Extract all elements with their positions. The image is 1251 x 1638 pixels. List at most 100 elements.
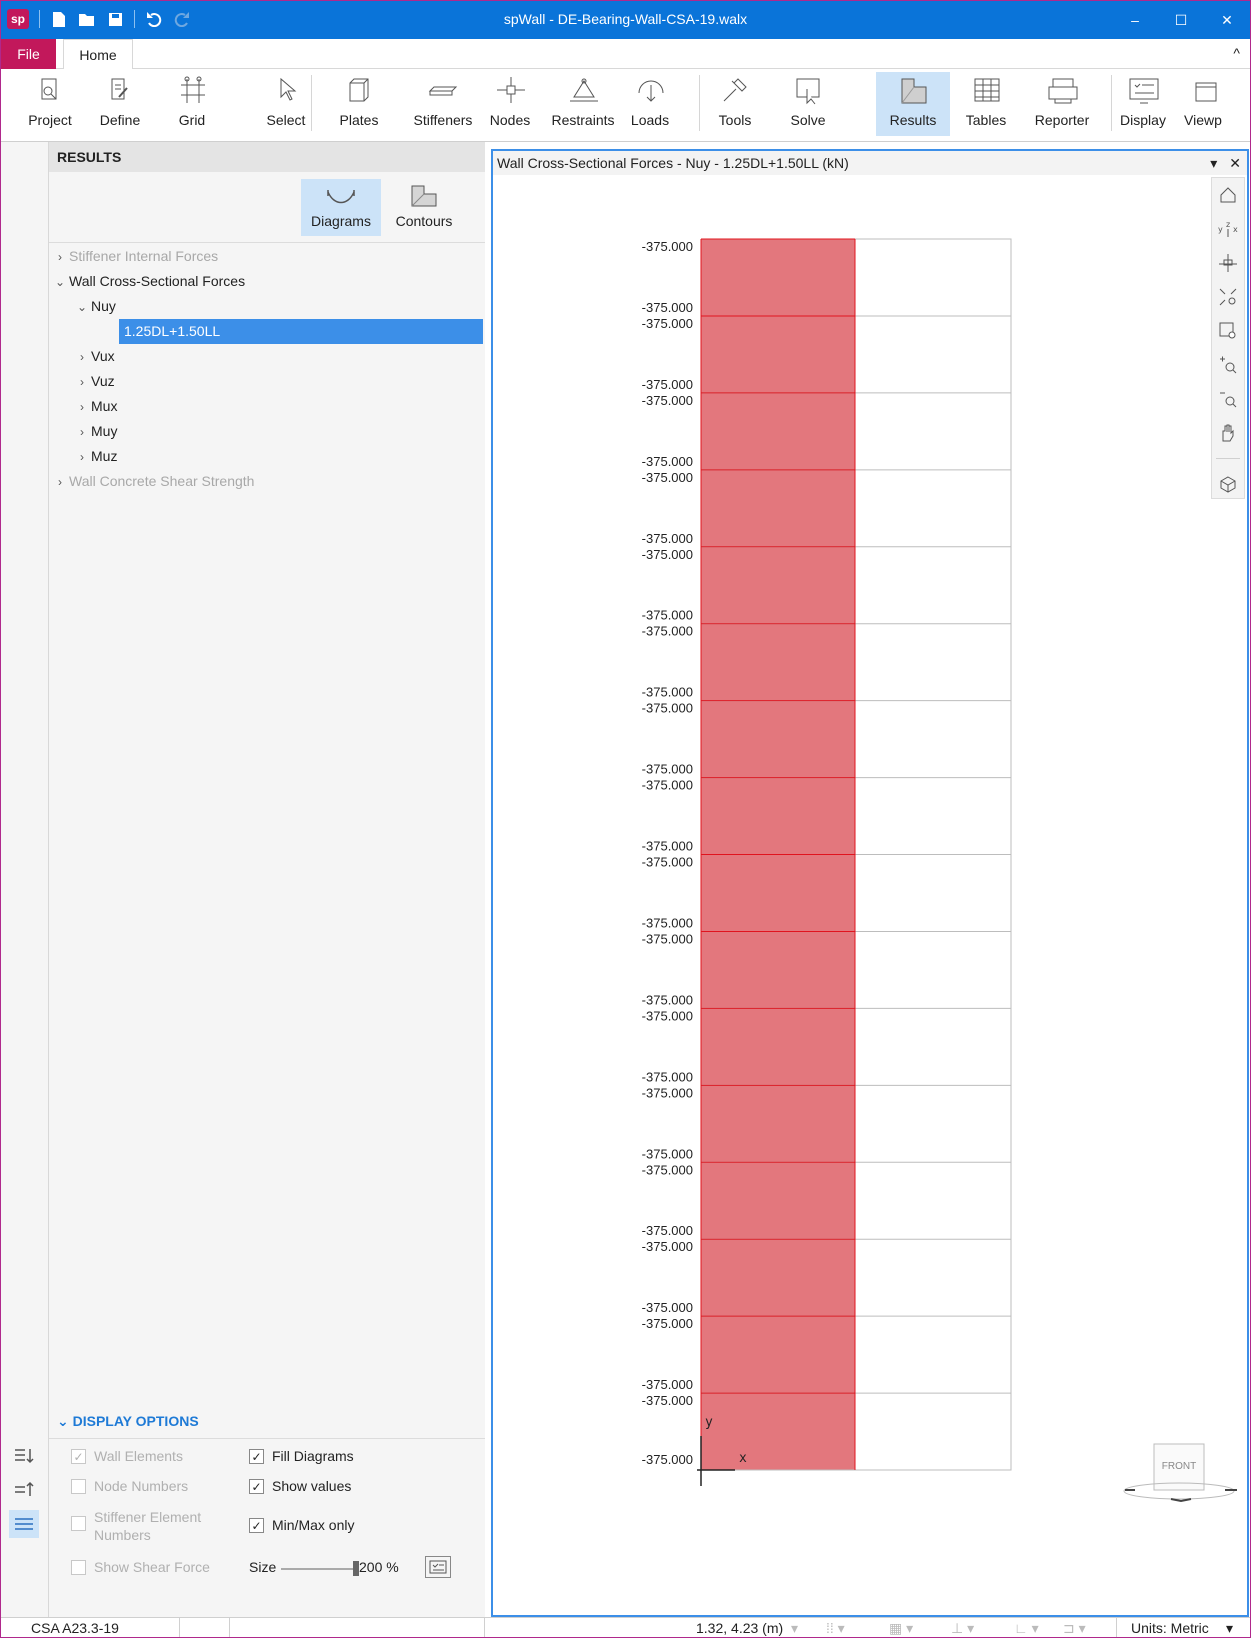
size-slider-track[interactable] [281, 1568, 353, 1570]
ribbon-restraints-button[interactable]: Restraints [541, 72, 625, 136]
results-icon [896, 72, 930, 110]
pan-axes-icon[interactable] [1212, 246, 1244, 280]
chevron-right-icon[interactable]: › [73, 370, 91, 395]
stiffener-element-numbers-checkbox[interactable]: Stiffener Element Numbers [71, 1508, 221, 1544]
ribbon-plates-button[interactable]: Plates [329, 72, 389, 136]
show-shear-force-checkbox[interactable]: Show Shear Force [71, 1559, 210, 1575]
force-fill-segment [701, 1393, 855, 1470]
tree-item-label: Vuz [91, 373, 115, 389]
force-fill-segment [701, 700, 855, 778]
ribbon-define-button[interactable]: Define [85, 72, 155, 136]
node-numbers-checkbox[interactable]: Node Numbers [71, 1478, 188, 1494]
layers-icon[interactable]: ⊐ ▾ [1063, 1620, 1086, 1637]
window-controls: – ☐ ✕ [1112, 1, 1250, 39]
ribbon-solve-button[interactable]: Solve [771, 72, 845, 136]
show-shear-force-label: Show Shear Force [94, 1559, 210, 1575]
tree-item[interactable]: › Mux [73, 394, 117, 419]
ribbon-label: Viewp [1184, 112, 1222, 128]
ribbon-collapse-button[interactable]: ^ [1233, 45, 1240, 61]
tab-file[interactable]: File [1, 39, 56, 69]
axes-view-icon[interactable]: zy x [1212, 212, 1244, 246]
sort-down-icon[interactable] [9, 1442, 39, 1470]
tree-item[interactable]: ⌄ Wall Cross-Sectional Forces [51, 269, 245, 294]
display-settings-icon[interactable] [425, 1556, 451, 1578]
snap-point-icon[interactable]: ⊥ ▾ [951, 1620, 974, 1637]
sort-up-icon[interactable] [9, 1475, 39, 1503]
ribbon-label: Loads [630, 112, 670, 128]
zoom-window-icon[interactable] [1212, 314, 1244, 348]
chevron-right-icon[interactable]: › [51, 470, 69, 495]
force-fill-segment [701, 1239, 855, 1317]
checkbox-box [71, 1516, 86, 1531]
diagram-viewport[interactable]: Wall Cross-Sectional Forces - Nuy - 1.25… [491, 149, 1249, 1617]
viewport-close-button[interactable]: ✕ [1229, 151, 1241, 175]
chevron-right-icon[interactable]: › [73, 420, 91, 445]
diagrams-toggle-button[interactable]: Diagrams [301, 179, 381, 236]
force-value-label: -375.000 [642, 915, 693, 930]
chevron-right-icon[interactable]: › [73, 445, 91, 470]
solve-icon [791, 72, 825, 110]
force-fill-segment [701, 777, 855, 855]
tab-home[interactable]: Home [63, 39, 133, 70]
tree-item[interactable]: ⌄ Nuy [73, 294, 116, 319]
force-value-label: -375.000 [642, 1162, 693, 1177]
ribbon-nodes-button[interactable]: Nodes [475, 72, 545, 136]
ribbon-reporter-button[interactable]: Reporter [1019, 72, 1105, 136]
ribbon-label: Solve [790, 112, 826, 128]
maximize-button[interactable]: ☐ [1158, 1, 1204, 39]
list-view-icon[interactable] [9, 1510, 39, 1538]
chevron-right-icon[interactable]: › [73, 345, 91, 370]
viewport-menu-button[interactable]: ▾ [1210, 151, 1217, 175]
ribbon-viewp-button[interactable]: Viewp [1171, 72, 1235, 136]
tree-item[interactable]: 1.25DL+1.50LL [119, 319, 483, 344]
view-cube[interactable]: FRONT [1121, 1443, 1241, 1505]
zoom-in-icon[interactable] [1212, 348, 1244, 382]
tree-item[interactable]: › Wall Concrete Shear Strength [51, 469, 254, 494]
ribbon-display-button[interactable]: Display [1106, 72, 1180, 136]
chevron-down-icon[interactable]: ⌄ [51, 270, 69, 295]
tools-icon [718, 72, 752, 110]
ortho-icon[interactable]: ∟ ▾ [1014, 1620, 1039, 1637]
chevron-down-icon[interactable]: ⌄ [73, 295, 91, 320]
units-status[interactable]: Units: Metric [1131, 1620, 1209, 1636]
snap-grid-icon[interactable]: ⁞⁞ ▾ [826, 1620, 845, 1637]
contours-toggle-button[interactable]: Contours [383, 179, 465, 236]
show-values-checkbox[interactable]: ✓ Show values [249, 1478, 351, 1494]
ribbon-select-button[interactable]: Select [241, 72, 331, 136]
ribbon-results-button[interactable]: Results [876, 72, 950, 136]
tree-item[interactable]: › Stiffener Internal Forces [51, 244, 218, 269]
ribbon-project-button[interactable]: Project [13, 72, 87, 136]
chevron-right-icon[interactable]: › [51, 245, 69, 270]
3d-view-icon[interactable] [1212, 467, 1244, 501]
min-max-only-checkbox[interactable]: ✓ Min/Max only [249, 1517, 354, 1533]
close-button[interactable]: ✕ [1204, 1, 1250, 39]
tree-item[interactable]: › Muz [73, 444, 117, 469]
pan-hand-icon[interactable] [1212, 416, 1244, 450]
force-fill-segment [701, 392, 855, 470]
ribbon-stiffeners-button[interactable]: Stiffeners [401, 72, 485, 136]
coords-dropdown-icon[interactable]: ▾ [791, 1620, 798, 1637]
nodes-icon [493, 72, 527, 110]
tree-item[interactable]: › Vuz [73, 369, 115, 394]
tree-item[interactable]: › Muy [73, 419, 117, 444]
wall-elements-checkbox[interactable]: ✓ Wall Elements [71, 1448, 183, 1464]
zoom-extents-icon[interactable] [1212, 280, 1244, 314]
ribbon-tools-button[interactable]: Tools [698, 72, 772, 136]
minimize-button[interactable]: – [1112, 1, 1158, 39]
viewport-title: Wall Cross-Sectional Forces - Nuy - 1.25… [497, 155, 849, 171]
zoom-out-icon[interactable] [1212, 382, 1244, 416]
ribbon-grid-button[interactable]: Grid [157, 72, 227, 136]
units-dropdown-icon[interactable]: ▾ [1226, 1620, 1233, 1637]
checkbox-box: ✓ [249, 1518, 264, 1533]
force-value-label: -375.000 [642, 1316, 693, 1331]
home-view-icon[interactable] [1212, 178, 1244, 212]
display-options-header[interactable]: ⌄ DISPLAY OPTIONS [57, 1413, 199, 1430]
grid-toggle-icon[interactable]: ▦ ▾ [889, 1620, 913, 1637]
fill-diagrams-checkbox[interactable]: ✓ Fill Diagrams [249, 1448, 354, 1464]
ribbon-loads-button[interactable]: Loads [615, 72, 685, 136]
tree-item[interactable]: › Vux [73, 344, 115, 369]
checkbox-box [71, 1560, 86, 1575]
diagram-curve-icon [326, 179, 356, 213]
chevron-right-icon[interactable]: › [73, 395, 91, 420]
ribbon-tables-button[interactable]: Tables [951, 72, 1021, 136]
